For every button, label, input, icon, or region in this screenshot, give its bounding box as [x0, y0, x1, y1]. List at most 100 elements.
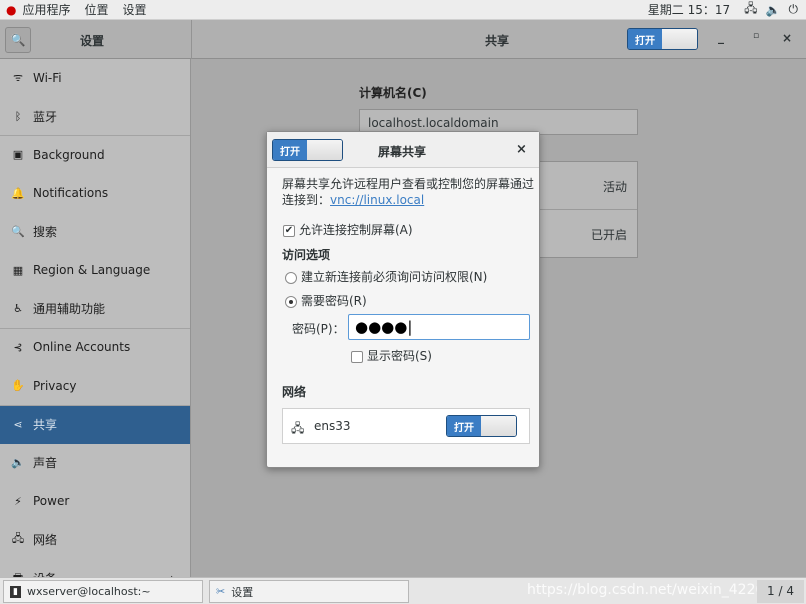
connect-prefix: 连接到：: [282, 193, 331, 207]
dialog-header: 打开 屏幕共享 ×: [267, 132, 539, 168]
dialog-title: 屏幕共享: [378, 145, 427, 159]
search-button[interactable]: 🔍: [5, 27, 31, 53]
close-button[interactable]: ×: [782, 31, 792, 45]
sidebar-item-label: 声音: [33, 456, 58, 471]
page-title: 共享: [485, 34, 510, 48]
sidebar-item-label: Wi-Fi: [33, 70, 62, 85]
sidebar-item-label: Power: [33, 494, 70, 509]
clock[interactable]: 星期二 15：17: [648, 1, 730, 18]
sidebar-title: 设置: [80, 34, 105, 48]
sidebar-item-label: Privacy: [33, 378, 77, 393]
sidebar-item-label: 通用辅助功能: [33, 302, 106, 317]
require-password-radio[interactable]: 需要密码(R): [285, 292, 367, 309]
sidebar-item-label: Background: [33, 147, 105, 162]
sidebar-item-label: Notifications: [33, 186, 109, 201]
bluetooth-icon: ᛒ: [14, 109, 22, 123]
sidebar-item-background[interactable]: ▣ Background: [0, 136, 190, 175]
toggle-label: 打开: [273, 140, 307, 160]
dialog-close-button[interactable]: ×: [516, 142, 527, 157]
taskbar-terminal[interactable]: ▮ wxserver@localhost:~: [3, 580, 203, 603]
places-menu[interactable]: 位置: [85, 1, 109, 18]
power-icon: ⚡: [14, 494, 22, 508]
background-icon: ▣: [12, 148, 24, 162]
sidebar-item-通用辅助功能[interactable]: ♿ 通用辅助功能: [0, 290, 190, 329]
sound-icon: 🔈: [11, 456, 25, 470]
power-icon[interactable]: ⏻: [789, 2, 799, 17]
sidebar-item-region-language[interactable]: ▦ Region & Language: [0, 252, 190, 291]
sidebar-item-online-accounts[interactable]: ⊰ Online Accounts: [0, 329, 190, 368]
access-options-heading: 访问选项: [282, 248, 331, 262]
checkbox-label: 允许连接控制屏幕(A): [299, 223, 413, 237]
show-password-checkbox[interactable]: 显示密码(S): [351, 347, 432, 364]
volume-icon[interactable]: 🔈: [766, 3, 781, 17]
radio-selected-icon: [285, 295, 297, 308]
bell-icon: 🔔: [11, 186, 25, 200]
taskbar-settings[interactable]: ✂ 设置: [209, 580, 409, 603]
online-accounts-icon: ⊰: [13, 340, 23, 354]
toggle-label: 打开: [628, 29, 662, 49]
taskbar-label: wxserver@localhost:~: [26, 585, 151, 598]
sidebar-item-共享[interactable]: ⋖ 共享: [0, 405, 190, 444]
tools-icon: ✂: [216, 585, 226, 598]
toggle-knob: [307, 140, 342, 160]
checkbox-label: 显示密码(S): [367, 349, 432, 363]
sidebar-item-label: 共享: [33, 417, 58, 432]
ask-permission-radio[interactable]: 建立新连接前必须询问访问权限(N): [285, 268, 487, 285]
checkbox-icon: [351, 350, 363, 363]
wifi-icon: ᯤ: [12, 71, 24, 85]
radio-icon: [285, 271, 297, 284]
top-bar: ● 应用程序 位置 设置 星期二 15：17 🖧 🔈 ⏻: [0, 0, 806, 20]
minimize-button[interactable]: _: [718, 30, 724, 44]
network-status-icon[interactable]: 🖧: [744, 0, 757, 20]
sidebar-item-wi-fi[interactable]: ᯤ Wi-Fi: [0, 59, 190, 98]
terminal-icon: ▮: [10, 585, 21, 598]
allow-control-checkbox[interactable]: ✔ 允许连接控制屏幕(A): [283, 221, 413, 238]
accessibility-icon: ♿: [13, 302, 23, 316]
dialog-description: 屏幕共享允许远程用户查看或控制您的屏幕通过 连接到：vnc://linux.lo…: [282, 176, 534, 208]
password-input[interactable]: ●●●●|: [348, 314, 530, 340]
checkbox-checked-icon: ✔: [283, 224, 295, 237]
password-label: 密码(P)：: [292, 322, 345, 336]
sidebar-item-notifications[interactable]: 🔔 Notifications: [0, 175, 190, 214]
network-row: 🖧 ens33 打开: [282, 408, 530, 444]
sidebar-item-网络[interactable]: 🖧 网络: [0, 521, 190, 560]
sidebar-item-label: Online Accounts: [33, 340, 131, 355]
sidebar-item-label: 蓝牙: [33, 109, 58, 124]
maximize-button[interactable]: ▫: [753, 31, 759, 41]
search-icon: 🔍: [10, 33, 26, 47]
sidebar-item-label: 网络: [33, 533, 58, 548]
toggle-knob: [662, 29, 697, 49]
sidebar-item-power[interactable]: ⚡ Power: [0, 483, 190, 522]
sidebar: ᯤ Wi-Fi ᛒ 蓝牙 ▣ Background 🔔 Notifications 🔍 搜索 ▦ Re…: [0, 59, 191, 598]
sidebar-item-搜索[interactable]: 🔍 搜索: [0, 213, 190, 252]
network-icon: 🖧: [291, 421, 305, 435]
sidebar-item-声音[interactable]: 🔈 声音: [0, 444, 190, 483]
network-toggle[interactable]: 打开: [446, 415, 517, 437]
screen-sharing-toggle[interactable]: 打开: [272, 139, 343, 161]
toggle-knob: [481, 416, 516, 436]
applications-menu[interactable]: 应用程序: [22, 1, 70, 18]
vnc-link[interactable]: vnc://linux.local: [330, 193, 424, 207]
sidebar-item-label: 搜索: [33, 225, 58, 240]
description-text: 屏幕共享允许远程用户查看或控制您的屏幕通过: [282, 177, 535, 191]
password-value: ●●●●: [355, 318, 408, 336]
sharing-toggle[interactable]: 打开: [627, 28, 698, 50]
settings-menu[interactable]: 设置: [123, 1, 147, 18]
search-icon: 🔍: [11, 225, 25, 239]
status-text: 活动: [602, 180, 627, 194]
workspace-indicator[interactable]: 1 / 4: [757, 580, 804, 603]
taskbar: ▮ wxserver@localhost:~ ✂ 设置 https://blog.c…: [0, 577, 806, 604]
status-text: 已开启: [590, 228, 627, 242]
sidebar-item-蓝牙[interactable]: ᛒ 蓝牙: [0, 98, 190, 136]
network-heading: 网络: [282, 385, 307, 399]
header-bar: 🔍 设置 共享 打开 _ ▫ ×: [0, 20, 806, 59]
toggle-label: 打开: [447, 416, 481, 436]
region-icon: ▦: [12, 263, 24, 277]
sidebar-item-label: Region & Language: [33, 263, 151, 278]
sidebar-item-privacy[interactable]: ✋ Privacy: [0, 367, 190, 406]
taskbar-label: 设置: [231, 585, 254, 599]
radio-label: 需要密码(R): [301, 294, 367, 308]
share-icon: ⋖: [13, 417, 23, 431]
divider: [191, 20, 192, 59]
redhat-logo-icon: ●: [6, 2, 17, 17]
